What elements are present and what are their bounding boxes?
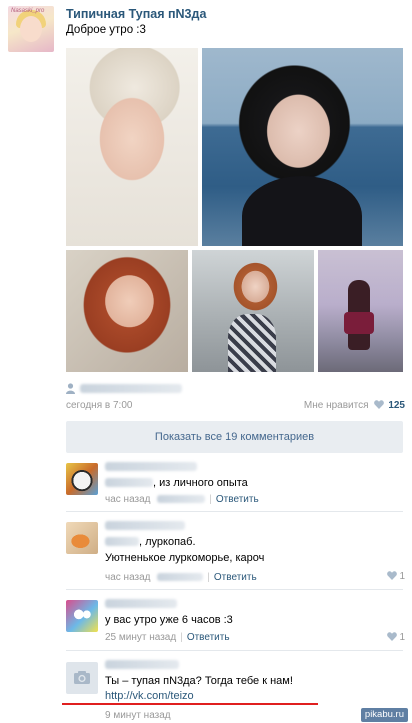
comment-meta: час назад | Ответить (105, 494, 259, 505)
heart-icon (387, 571, 398, 580)
comment-divider (66, 589, 403, 590)
comment-mention-blurred[interactable] (105, 537, 139, 546)
comment-text: , луркопаб. (139, 536, 196, 548)
comment-avatar[interactable] (66, 463, 98, 495)
camera-icon (74, 671, 90, 684)
comment-author-blurred[interactable] (105, 462, 197, 471)
comment-meta: 25 минут назад | Ответить (105, 632, 230, 643)
comment-like-button[interactable]: 1 (384, 632, 405, 643)
photo-4[interactable] (192, 250, 314, 372)
comment-time[interactable]: 25 минут назад (105, 632, 176, 643)
post-text: Доброе утро :3 (66, 24, 146, 36)
like-label: Мне нравится (303, 400, 369, 411)
like-count: 125 (388, 400, 405, 411)
heart-icon (387, 632, 398, 641)
comment-author-blurred[interactable] (105, 521, 185, 530)
comment-author-blurred[interactable] (105, 599, 177, 608)
comment-text: Ты – тупая пN3да? Тогда тебе к нам! (105, 675, 293, 687)
comment-avatar[interactable] (66, 600, 98, 632)
watermark: pikabu.ru (360, 708, 408, 722)
photo-1[interactable] (66, 48, 198, 246)
comment-mention-blurred[interactable] (105, 478, 153, 487)
comment-reply-to-blurred[interactable] (157, 495, 206, 503)
comment-avatar[interactable] (66, 522, 98, 554)
comment-like-button[interactable]: 1 (384, 571, 405, 582)
page-avatar[interactable]: Nasaski_pro (8, 6, 54, 52)
photo-5[interactable] (318, 250, 403, 372)
comment-time[interactable]: час назад (105, 494, 151, 505)
like-button[interactable]: Мне нравится 125 (304, 400, 405, 411)
comment-text: у вас утро уже 6 часов :3 (105, 614, 233, 626)
comment-divider (66, 511, 403, 512)
comment-reply-to-blurred[interactable] (157, 573, 204, 581)
post-time[interactable]: сегодня в 7:00 (66, 400, 132, 411)
comment-like-count: 1 (399, 571, 405, 582)
comment-author-blurred[interactable] (105, 660, 179, 669)
comment-avatar[interactable] (66, 662, 98, 694)
user-icon (66, 383, 75, 394)
reply-link[interactable]: Ответить (214, 572, 257, 583)
comment-divider (66, 650, 403, 651)
show-all-comments-button[interactable]: Показать все 19 комментариев (66, 421, 403, 453)
comment-time[interactable]: час назад (105, 572, 151, 583)
photo-3[interactable] (66, 250, 188, 372)
comment-time[interactable]: 9 минут назад (105, 710, 171, 721)
reply-link[interactable]: Ответить (187, 632, 230, 643)
comment-text: Уютненькое луркоморье, кароч (105, 552, 265, 564)
comment-text: , из личного опыта (153, 477, 248, 489)
avatar-tag: Nasaski_pro (11, 8, 45, 14)
author-name-blurred[interactable] (80, 384, 182, 393)
heart-icon (374, 400, 385, 409)
comment-meta: час назад | Ответить (105, 572, 257, 583)
comment-like-count: 1 (399, 632, 405, 643)
highlight-underline (62, 703, 318, 705)
comment-link[interactable]: http://vk.com/teizo (105, 689, 194, 704)
photo-2[interactable] (202, 48, 403, 246)
reply-link[interactable]: Ответить (216, 494, 259, 505)
page-title[interactable]: Типичная Тупая пN3да (66, 7, 206, 21)
